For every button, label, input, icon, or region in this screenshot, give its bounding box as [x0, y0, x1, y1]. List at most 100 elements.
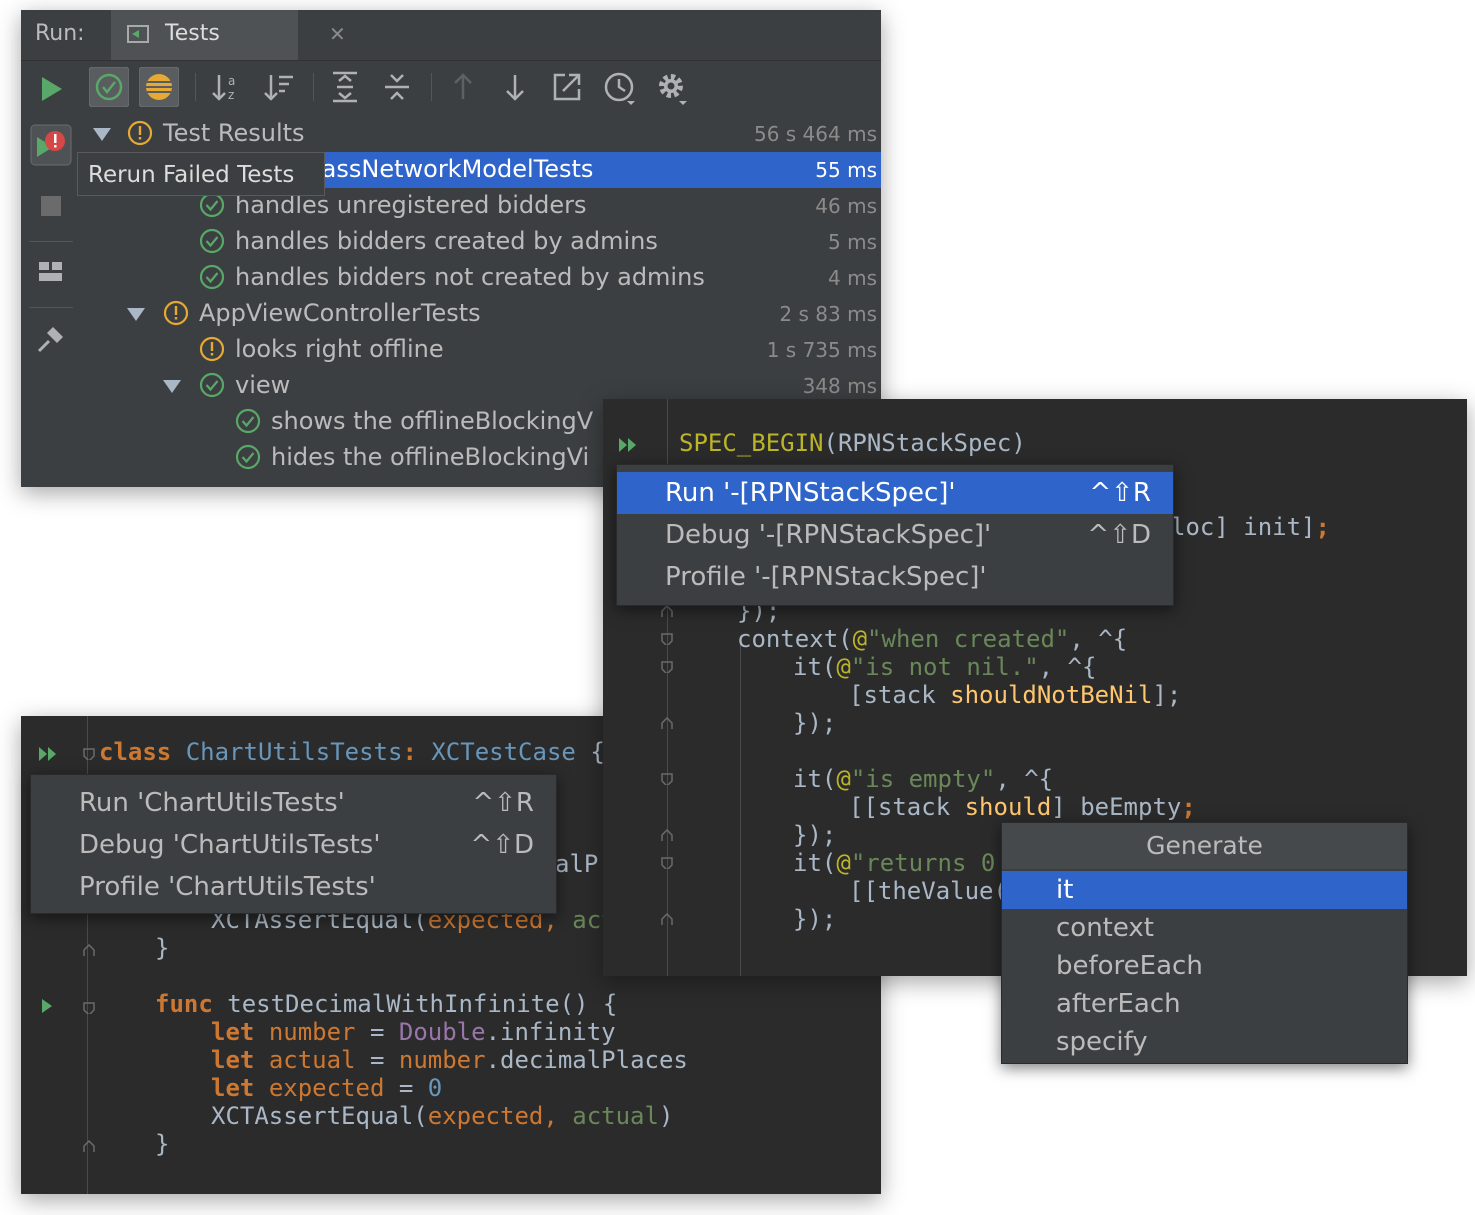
stop-button[interactable] — [29, 185, 73, 229]
generate-popup-title: Generate — [1002, 823, 1407, 869]
fold-marker-icon[interactable] — [661, 857, 673, 869]
menu-item-shortcut: ^⇧R — [472, 788, 534, 818]
code-line[interactable]: it(@"is not nil.", ^{ — [793, 653, 1096, 681]
check-circle-icon — [199, 228, 225, 254]
sort-by-duration-button[interactable] — [259, 67, 299, 107]
tree-row[interactable]: handles bidders created by admins 5 ms — [81, 224, 881, 260]
fold-marker-icon[interactable] — [83, 944, 95, 956]
collapse-all-button[interactable] — [377, 67, 417, 107]
fold-marker-icon[interactable] — [661, 633, 673, 645]
var-actual: actual — [268, 1046, 356, 1074]
code-line[interactable]: it(@"is empty", ^{ — [793, 765, 1053, 793]
export-button[interactable] — [547, 67, 587, 107]
close-bracket: ]; — [1152, 681, 1182, 709]
test-history-button[interactable] — [599, 67, 639, 107]
menu-item-profile[interactable]: Profile 'ChartUtilsTests' — [31, 866, 556, 908]
property-decimal-places: .decimalPlaces — [485, 1046, 688, 1074]
menu-item-debug[interactable]: Debug '-[RPNStackSpec]' ^⇧D — [617, 514, 1173, 556]
next-failed-button[interactable] — [495, 67, 535, 107]
warning-icon — [199, 336, 225, 362]
fold-marker-icon[interactable] — [661, 717, 673, 729]
expand-all-icon — [333, 71, 357, 103]
tree-row[interactable]: handles bidders not created by admins 4 … — [81, 260, 881, 296]
sort-alpha-icon: a z — [212, 74, 235, 102]
run-all-gutter-icon[interactable] — [617, 435, 641, 455]
fold-marker-icon[interactable] — [83, 1002, 95, 1014]
layout-button[interactable] — [29, 251, 73, 295]
code-line[interactable]: [[stack should] beEmpty; — [849, 793, 1196, 821]
generate-item-context[interactable]: context — [1002, 909, 1407, 947]
tab-tests[interactable]: Tests ✕ — [111, 10, 346, 60]
code-line[interactable]: SPEC_BEGIN(RPNStackSpec) — [679, 429, 1026, 457]
svg-text:z: z — [228, 88, 234, 102]
code-line[interactable]: [stack shouldNotBeNil]; — [849, 681, 1181, 709]
expand-arrow-icon[interactable] — [93, 128, 111, 141]
fold-marker-icon[interactable] — [83, 1140, 95, 1152]
code-line: } — [155, 934, 169, 962]
run-all-gutter-icon[interactable] — [37, 744, 61, 764]
tree-row-time: 56 s 464 ms — [753, 122, 877, 146]
fold-marker-icon[interactable] — [661, 913, 673, 925]
fold-marker-icon[interactable] — [661, 773, 673, 785]
expand-arrow-icon[interactable] — [163, 380, 181, 393]
block-open: , ^{ — [995, 765, 1054, 793]
code-line[interactable]: let actual = number.decimalPlaces — [211, 1046, 688, 1074]
code-line[interactable]: [[theValue( — [849, 877, 1008, 905]
fold-marker-icon[interactable] — [661, 661, 673, 673]
code-line[interactable]: func testDecimalWithInfinite() { — [155, 990, 617, 1018]
menu-item-label: Profile 'ChartUtilsTests' — [79, 872, 376, 902]
class-name: ChartUtilsTests — [185, 738, 403, 766]
tree-row[interactable]: looks right offline 1 s 735 ms — [81, 332, 881, 368]
code-line[interactable]: class ChartUtilsTests: XCTestCase { — [99, 738, 605, 766]
menu-item-label: beforeEach — [1056, 951, 1203, 981]
generate-item-after-each[interactable]: afterEach — [1002, 985, 1407, 1023]
code-line[interactable]: context(@"when created", ^{ — [737, 625, 1127, 653]
code-line[interactable]: XCTAssertEqual(expected, actual) — [211, 1102, 673, 1130]
menu-item-run[interactable]: Run 'ChartUtilsTests' ^⇧R — [31, 782, 556, 824]
sort-alphabetically-button[interactable]: a z — [207, 67, 247, 107]
equals: = — [355, 1046, 399, 1074]
run-button[interactable] — [29, 67, 73, 111]
fold-marker-icon[interactable] — [661, 605, 673, 617]
menu-item-shortcut: ^⇧R — [1089, 478, 1151, 508]
toolbar-separator — [431, 73, 432, 101]
generate-item-specify[interactable]: specify — [1002, 1023, 1407, 1061]
pin-button[interactable] — [29, 317, 73, 361]
menu-item-run[interactable]: Run '-[RPNStackSpec]' ^⇧R — [617, 472, 1173, 514]
number-literal: 0 — [427, 1074, 443, 1102]
top-toolbar: a z — [81, 61, 881, 111]
code-line[interactable]: it(@"returns 0 — [793, 849, 995, 877]
code-line[interactable]: loc] init]; — [1171, 513, 1330, 541]
menu-item-debug[interactable]: Debug 'ChartUtilsTests' ^⇧D — [31, 824, 556, 866]
code-line[interactable]: alP — [555, 850, 598, 878]
param-expected: expected — [427, 1102, 544, 1130]
rerun-failed-icon — [30, 124, 72, 166]
expand-all-button[interactable] — [325, 67, 365, 107]
fold-marker-icon[interactable] — [661, 829, 673, 841]
ignored-icon — [138, 66, 180, 108]
tree-row-time: 46 ms — [815, 194, 877, 218]
tree-row-label: shows the offlineBlockingV — [271, 407, 594, 435]
tree-row-label: Test Results — [163, 119, 305, 147]
toolbar-separator — [195, 73, 196, 101]
show-ignored-toggle[interactable] — [138, 66, 180, 108]
tree-row[interactable]: AppViewControllerTests 2 s 83 ms — [81, 296, 881, 332]
code-line[interactable]: let number = Double.infinity — [211, 1018, 616, 1046]
show-passed-toggle[interactable] — [88, 66, 130, 108]
tree-row-time: 1 s 735 ms — [766, 338, 877, 362]
expand-arrow-icon[interactable] — [127, 308, 145, 321]
arrow-down-icon — [506, 75, 524, 101]
keyword-class: class — [99, 738, 172, 766]
run-test-gutter-icon[interactable] — [39, 996, 55, 1016]
close-icon[interactable]: ✕ — [329, 22, 346, 46]
menu-item-profile[interactable]: Profile '-[RPNStackSpec]' — [617, 556, 1173, 598]
previous-failed-button[interactable] — [443, 67, 483, 107]
rerun-failed-tests-button[interactable] — [29, 123, 73, 167]
code-line[interactable]: let expected = 0 — [211, 1074, 442, 1102]
generate-item-it[interactable]: it — [1002, 871, 1407, 909]
fold-marker-icon[interactable] — [83, 748, 95, 760]
code-line: }); — [793, 709, 836, 737]
settings-button[interactable] — [651, 67, 691, 107]
tree-row[interactable]: Test Results 56 s 464 ms — [81, 116, 881, 152]
generate-item-before-each[interactable]: beforeEach — [1002, 947, 1407, 985]
